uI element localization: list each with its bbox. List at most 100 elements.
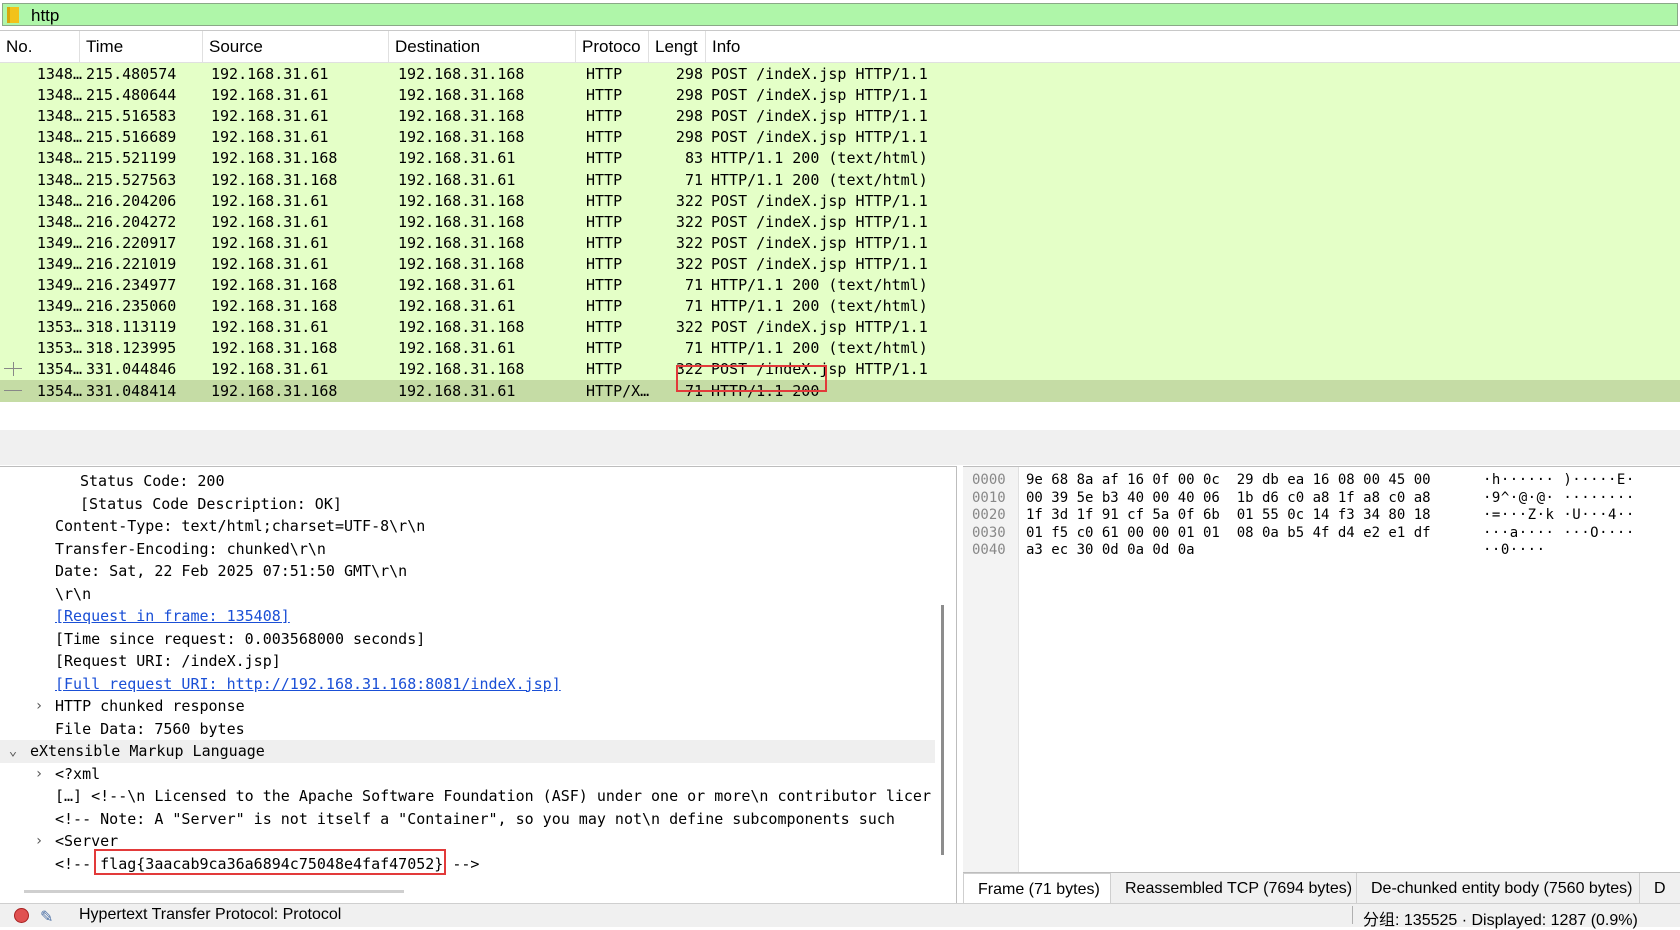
bytes-offset: 0010 xyxy=(972,489,1006,506)
detail-request-uri[interactable]: [Request URI: /indeX.jsp] xyxy=(0,650,935,673)
display-filter-input[interactable]: http xyxy=(2,3,1678,26)
detail-xml-comment-license[interactable]: […] <!--\n Licensed to the Apache Softwa… xyxy=(0,785,935,808)
edit-comment-icon[interactable]: ✎ xyxy=(40,907,53,927)
packet-source-cell: 192.168.31.61 xyxy=(211,107,329,126)
packet-info-cell: HTTP/1.1 200 xyxy=(711,381,820,400)
bytes-hex[interactable]: 00 39 5e b3 40 00 40 06 1b d6 c0 a8 1f a… xyxy=(1026,489,1431,508)
packet-row[interactable]: 1349… 216.235060 192.168.31.168 192.168.31.… xyxy=(0,295,1680,318)
bookmark-icon[interactable] xyxy=(7,7,19,23)
packet-source-cell: 192.168.31.61 xyxy=(211,191,329,210)
status-field-description: Hypertext Transfer Protocol: Protocol xyxy=(79,906,342,923)
packet-length-cell: 83 xyxy=(684,149,703,168)
packet-time-cell: 216.221019 xyxy=(86,254,177,273)
detail-xml-root[interactable]: ⌄ eXtensible Markup Language xyxy=(0,740,935,763)
packet-no-cell: 1349… xyxy=(36,297,82,316)
bytes-ascii[interactable]: ·9^·@·@· ········ xyxy=(1483,489,1635,508)
packet-row[interactable]: 1348… 215.521199 192.168.31.168 192.168.31.… xyxy=(0,147,1680,170)
packet-row[interactable]: 1353… 318.123995 192.168.31.168 192.168.31.… xyxy=(0,337,1680,360)
packet-protocol-cell: HTTP xyxy=(586,86,623,105)
expand-chevron-right-icon[interactable]: › xyxy=(32,763,46,785)
detail-status-desc[interactable]: [Status Code Description: OK] xyxy=(0,493,935,516)
bytes-hex[interactable]: 01 f5 c0 61 00 00 01 01 08 0a b5 4f d4 e… xyxy=(1026,524,1431,543)
packet-no-cell: 1348… xyxy=(36,107,82,126)
column-source[interactable]: Source xyxy=(203,31,389,62)
packet-source-cell: 192.168.31.61 xyxy=(211,128,329,147)
packet-length-cell: 322 xyxy=(675,233,703,252)
full-request-uri-link[interactable]: [Full request URI: http://192.168.31.168… xyxy=(55,675,561,693)
packet-length-cell: 298 xyxy=(675,65,703,83)
column-destination[interactable]: Destination xyxy=(389,31,576,62)
bytes-hex[interactable]: 9e 68 8a af 16 0f 00 0c 29 db ea 16 08 0… xyxy=(1026,471,1431,490)
column-no[interactable]: No. xyxy=(0,31,80,62)
detail-time-since-request[interactable]: [Time since request: 0.003568000 seconds… xyxy=(0,628,935,651)
expert-info-icon[interactable] xyxy=(14,908,29,923)
packet-row[interactable]: 1348… 215.480574 192.168.31.61 192.168.31.1… xyxy=(0,63,1680,86)
packet-time-cell: 216.220917 xyxy=(86,233,177,252)
detail-status-code[interactable]: Status Code: 200 xyxy=(0,470,935,493)
bytes-ascii[interactable]: ·h······ )·····E· xyxy=(1483,471,1635,490)
detail-crlf[interactable]: \r\n xyxy=(0,583,935,606)
column-info[interactable]: Info xyxy=(706,31,1680,62)
detail-xml-comment-note[interactable]: <!-- Note: A "Server" is not itself a "C… xyxy=(0,808,935,831)
packet-no-cell: 1353… xyxy=(36,339,82,358)
packet-row[interactable]: 1353… 318.113119 192.168.31.61 192.168.31.1… xyxy=(0,316,1680,339)
status-bar: ✎ Hypertext Transfer Protocol: Protocol … xyxy=(0,903,1680,929)
packet-protocol-cell: HTTP xyxy=(586,65,623,83)
packet-row[interactable]: 1349… 216.220917 192.168.31.61 192.168.31.1… xyxy=(0,231,1680,255)
packet-protocol-cell: HTTP xyxy=(586,107,623,126)
packet-row[interactable]: 1348… 215.516689 192.168.31.61 192.168.31.1… xyxy=(0,126,1680,149)
details-hscrollbar[interactable] xyxy=(24,890,404,893)
packet-bytes-pane: 0000 0010 0020 0030 0040 9e 68 8a af 16 0f 0… xyxy=(963,466,1680,872)
packet-row[interactable]: 1348… 215.516583 192.168.31.61 192.168.31.1… xyxy=(0,105,1680,128)
tab-reassembled-tcp[interactable]: Reassembled TCP (7694 bytes) xyxy=(1111,873,1357,904)
flag-comment-close: --> xyxy=(452,854,480,873)
pane-splitter[interactable] xyxy=(0,430,1680,465)
packet-source-cell: 192.168.31.61 xyxy=(211,254,329,273)
packet-no-cell: 1348… xyxy=(36,191,82,210)
bytes-ascii[interactable]: ···a···· ···O···· xyxy=(1483,524,1635,543)
packet-protocol-cell: HTTP xyxy=(586,212,623,231)
request-in-frame-link[interactable]: [Request in frame: 135408] xyxy=(55,607,290,625)
column-protocol[interactable]: Protoco xyxy=(576,31,649,62)
packet-row[interactable]: 1354… 331.044846 192.168.31.61 192.168.31.1… xyxy=(0,358,1680,381)
bytes-ascii[interactable]: ·=···Z·k ·U···4·· xyxy=(1483,506,1635,525)
packet-time-cell: 331.044846 xyxy=(86,360,177,379)
detail-file-data[interactable]: File Data: 7560 bytes xyxy=(0,718,935,741)
packet-source-cell: 192.168.31.168 xyxy=(211,339,338,358)
packet-protocol-cell: HTTP xyxy=(586,339,623,358)
packet-info-cell: POST /indeX.jsp HTTP/1.1 xyxy=(711,212,928,231)
detail-xml-declaration[interactable]: › <?xml xyxy=(0,763,935,786)
bytes-ascii[interactable]: ··0···· xyxy=(1483,541,1546,560)
packet-row[interactable]: 1349… 216.234977 192.168.31.168 192.168.31.… xyxy=(0,274,1680,297)
packet-row[interactable]: 1348… 215.480644 192.168.31.61 192.168.31.1… xyxy=(0,84,1680,107)
expand-chevron-right-icon[interactable]: › xyxy=(32,830,46,852)
collapse-chevron-down-icon[interactable]: ⌄ xyxy=(6,740,20,762)
bytes-hex[interactable]: a3 ec 30 0d 0a 0d 0a xyxy=(1026,541,1195,560)
details-vscrollbar[interactable] xyxy=(941,605,944,855)
tab-more[interactable]: D xyxy=(1640,873,1680,904)
detail-transfer-encoding[interactable]: Transfer-Encoding: chunked\r\n xyxy=(0,538,935,561)
packet-row[interactable]: 1354… 331.048414 192.168.31.168 192.168.31.… xyxy=(0,379,1680,402)
packet-source-cell: 192.168.31.168 xyxy=(211,276,338,294)
detail-chunked-response[interactable]: › HTTP chunked response xyxy=(0,695,935,718)
column-length[interactable]: Lengt xyxy=(649,31,706,62)
detail-request-in-frame[interactable]: [Request in frame: 135408] xyxy=(0,605,935,628)
packet-row[interactable]: 1348… 216.204272 192.168.31.61 192.168.31.1… xyxy=(0,210,1680,234)
bytes-hex[interactable]: 1f 3d 1f 91 cf 5a 0f 6b 01 55 0c 14 f3 3… xyxy=(1026,506,1431,525)
detail-date[interactable]: Date: Sat, 22 Feb 2025 07:51:50 GMT\r\n xyxy=(0,560,935,583)
packet-destination-cell: 192.168.31.168 xyxy=(398,360,525,379)
packet-time-cell: 216.204206 xyxy=(86,191,177,210)
packet-time-cell: 216.235060 xyxy=(86,297,177,316)
packet-row[interactable]: 1348… 216.204206 192.168.31.61 192.168.31.1… xyxy=(0,189,1680,213)
expand-chevron-right-icon[interactable]: › xyxy=(32,695,46,717)
column-time[interactable]: Time xyxy=(80,31,203,62)
packet-time-cell: 215.516583 xyxy=(86,107,177,126)
packet-no-cell: 1348… xyxy=(36,170,82,189)
packet-info-cell: POST /indeX.jsp HTTP/1.1 xyxy=(711,233,928,252)
tab-dechunked-body[interactable]: De-chunked entity body (7560 bytes) xyxy=(1357,873,1640,904)
packet-row[interactable]: 1348… 215.527563 192.168.31.168 192.168.31.… xyxy=(0,168,1680,191)
detail-content-type[interactable]: Content-Type: text/html;charset=UTF-8\r\… xyxy=(0,515,935,538)
packet-row[interactable]: 1349… 216.221019 192.168.31.61 192.168.31.1… xyxy=(0,252,1680,276)
detail-full-request-uri[interactable]: [Full request URI: http://192.168.31.168… xyxy=(0,673,935,696)
tab-frame[interactable]: Frame (71 bytes) xyxy=(963,873,1111,904)
